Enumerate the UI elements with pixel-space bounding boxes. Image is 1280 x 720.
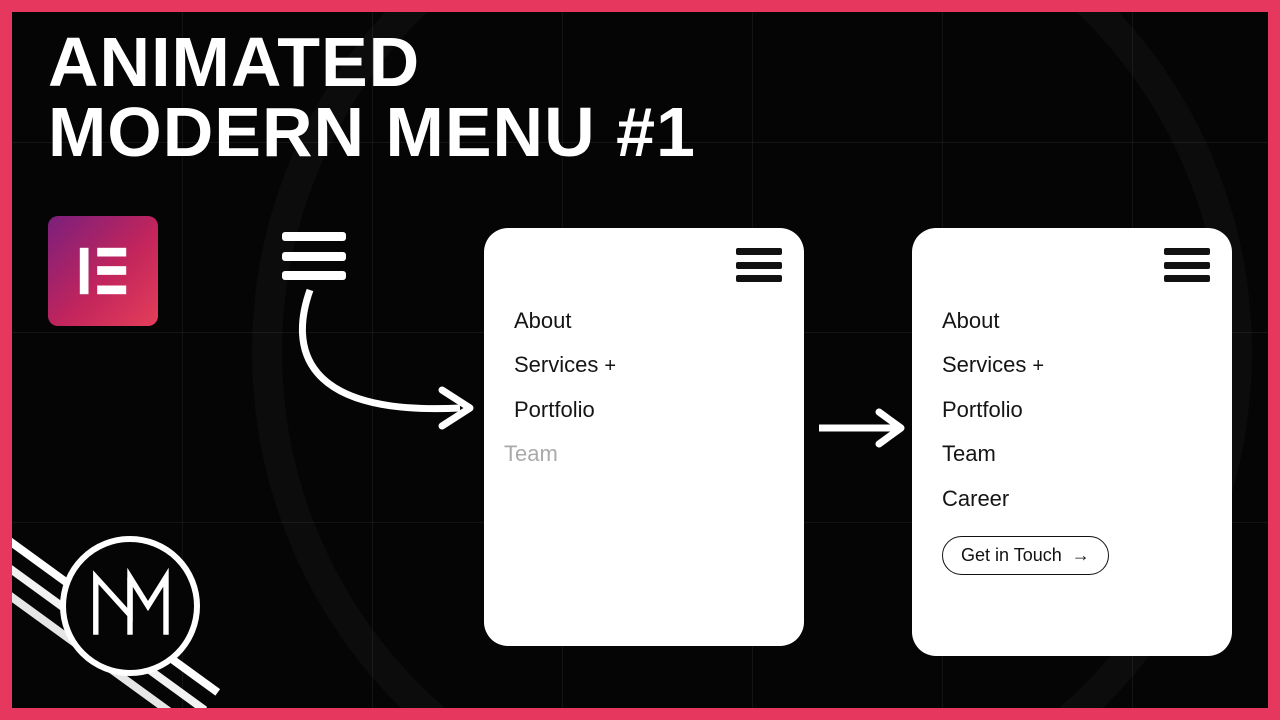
thumbnail-frame: ANIMATED MODERN MENU #1 About Services + [12,12,1268,708]
menu-list: About Services+ Portfolio Team [514,308,782,468]
menu-list: About Services + Portfolio Team Career Ge… [942,308,1210,575]
menu-item-about[interactable]: About [942,308,1210,334]
menu-item-portfolio[interactable]: Portfolio [942,397,1210,423]
cta-label: Get in Touch [961,545,1062,566]
nm-logo-icon [60,536,200,676]
menu-card-partial: About Services + Portfolio Team [484,228,804,646]
menu-item-services[interactable]: Services + [942,352,1210,378]
menu-item-services[interactable]: Services + [514,352,782,378]
menu-item-career[interactable]: Career [942,486,1210,512]
menu-item-about[interactable]: About [514,308,782,334]
hamburger-icon[interactable] [282,232,346,280]
elementor-logo-icon [48,216,158,326]
menu-item-team[interactable]: Team [942,441,1210,467]
menu-item-label: Services [942,352,1026,377]
title-line-2: MODERN MENU #1 [48,97,696,167]
menu-item-portfolio[interactable]: Portfolio [514,397,782,423]
title-line-1: ANIMATED [48,27,696,97]
menu-item-team-faded[interactable]: Team [504,441,782,467]
arrow-right-icon: → [1072,545,1090,566]
menu-item-label: Services [514,352,598,377]
menu-card-full: About Services + Portfolio Team Career Ge… [912,228,1232,656]
hamburger-icon[interactable] [1164,248,1210,282]
plus-icon: + [604,355,616,377]
plus-icon: + [1032,355,1044,377]
title: ANIMATED MODERN MENU #1 [48,27,696,167]
get-in-touch-button[interactable]: Get in Touch → [942,536,1109,575]
hamburger-icon[interactable] [736,248,782,282]
